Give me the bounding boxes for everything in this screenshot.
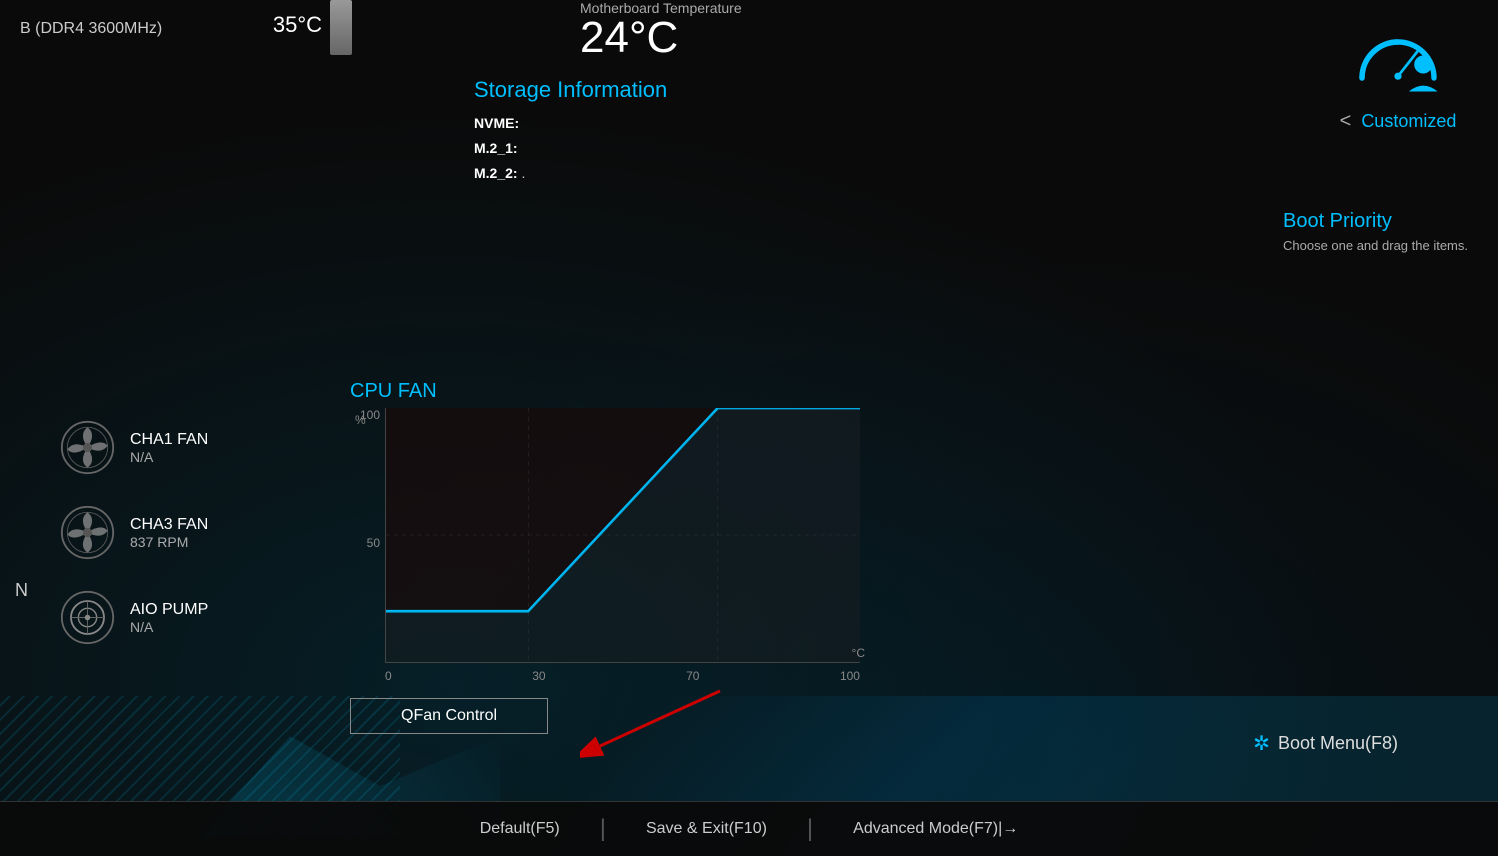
fan-details-aio: AIO PUMP N/A: [130, 601, 208, 635]
fan-item-cha3: CHA3 FAN 837 RPM: [60, 505, 208, 560]
boot-menu-btn[interactable]: ✲ Boot Menu(F8): [1253, 731, 1398, 756]
temp-bar: 35°C: [330, 0, 352, 55]
fan-name-cha3: CHA3 FAN: [130, 516, 208, 534]
fan-icon-aio: [60, 590, 115, 645]
fan-name-aio: AIO PUMP: [130, 601, 208, 619]
arrow-annotation: [580, 681, 730, 766]
temp-unit: °C: [852, 646, 865, 660]
storage-m22-label: M.2_2:: [474, 165, 518, 181]
y-100: 100: [360, 408, 380, 422]
storage-m21-row: M.2_1:: [474, 136, 667, 161]
mb-temp-value: 24°C: [580, 16, 742, 60]
main-content: B (DDR4 3600MHz) 35°C Motherboard Temper…: [0, 0, 1498, 856]
boot-menu-label: Boot Menu(F8): [1278, 733, 1398, 754]
storage-nvme-row: NVME:: [474, 111, 667, 136]
fan-section-label: N: [15, 580, 28, 601]
x-30: 30: [532, 669, 545, 683]
x-100: 100: [840, 669, 860, 683]
profile-nav: < Customized: [1340, 110, 1457, 133]
boot-menu: ✲ Boot Menu(F8): [1253, 731, 1398, 756]
profile-area: < Customized: [1298, 0, 1498, 148]
profile-name: Customized: [1361, 111, 1456, 132]
fan-details-cha3: CHA3 FAN 837 RPM: [130, 516, 208, 550]
fan-item-cha1: CHA1 FAN N/A: [60, 420, 208, 475]
boot-priority-desc: Choose one and drag the items.: [1283, 238, 1468, 253]
cpu-temp-value: 35°C: [273, 12, 322, 38]
fan-speed-cha1: N/A: [130, 449, 208, 465]
storage-title: Storage Information: [474, 77, 667, 103]
fan-info: CHA1 FAN N/A CHA3 FAN 837 RPM: [60, 420, 208, 675]
bottom-bar: Default(F5) | Save & Exit(F10) | Advance…: [0, 801, 1498, 856]
storage-nvme-label: NVME:: [474, 115, 519, 131]
boot-priority-title: Boot Priority: [1283, 210, 1468, 233]
mb-temp-section: Motherboard Temperature 24°C: [580, 0, 742, 60]
fan-speed-aio: N/A: [130, 619, 208, 635]
temp-bar-wrapper: 35°C: [330, 0, 352, 55]
profile-nav-arrow[interactable]: <: [1340, 110, 1352, 133]
qfan-control-button[interactable]: QFan Control: [350, 698, 548, 734]
profile-icon: [1353, 15, 1443, 105]
save-exit-btn[interactable]: Save & Exit(F10): [606, 820, 807, 838]
fan-item-aio: AIO PUMP N/A: [60, 590, 208, 645]
boot-priority: Boot Priority Choose one and drag the it…: [1283, 210, 1468, 253]
fan-icon-cha3: [60, 505, 115, 560]
advanced-mode-btn[interactable]: Advanced Mode(F7)|→: [813, 820, 1058, 838]
fan-name-cha1: CHA1 FAN: [130, 431, 208, 449]
fan-icon-cha1: [60, 420, 115, 475]
chart-canvas: [385, 408, 860, 663]
fan-chart: % 100 50: [350, 408, 870, 688]
storage-info: Storage Information NVME: M.2_1: M.2_2: …: [474, 77, 667, 187]
x-0: 0: [385, 669, 392, 683]
storage-m22-row: M.2_2: .: [474, 161, 667, 186]
fan-speed-cha3: 837 RPM: [130, 534, 208, 550]
cpu-fan-title: CPU FAN: [350, 380, 870, 403]
memory-label: B (DDR4 3600MHz): [20, 20, 162, 37]
default-f5-btn[interactable]: Default(F5): [440, 820, 600, 838]
fan-details-cha1: CHA1 FAN N/A: [130, 431, 208, 465]
snowflake-icon: ✲: [1253, 731, 1270, 756]
storage-m22-value: .: [521, 165, 525, 181]
memory-info: B (DDR4 3600MHz): [20, 20, 162, 38]
y-50: 50: [367, 536, 380, 550]
storage-m21-label: M.2_1:: [474, 140, 518, 156]
chart-y-axis: 100 50: [360, 408, 380, 663]
